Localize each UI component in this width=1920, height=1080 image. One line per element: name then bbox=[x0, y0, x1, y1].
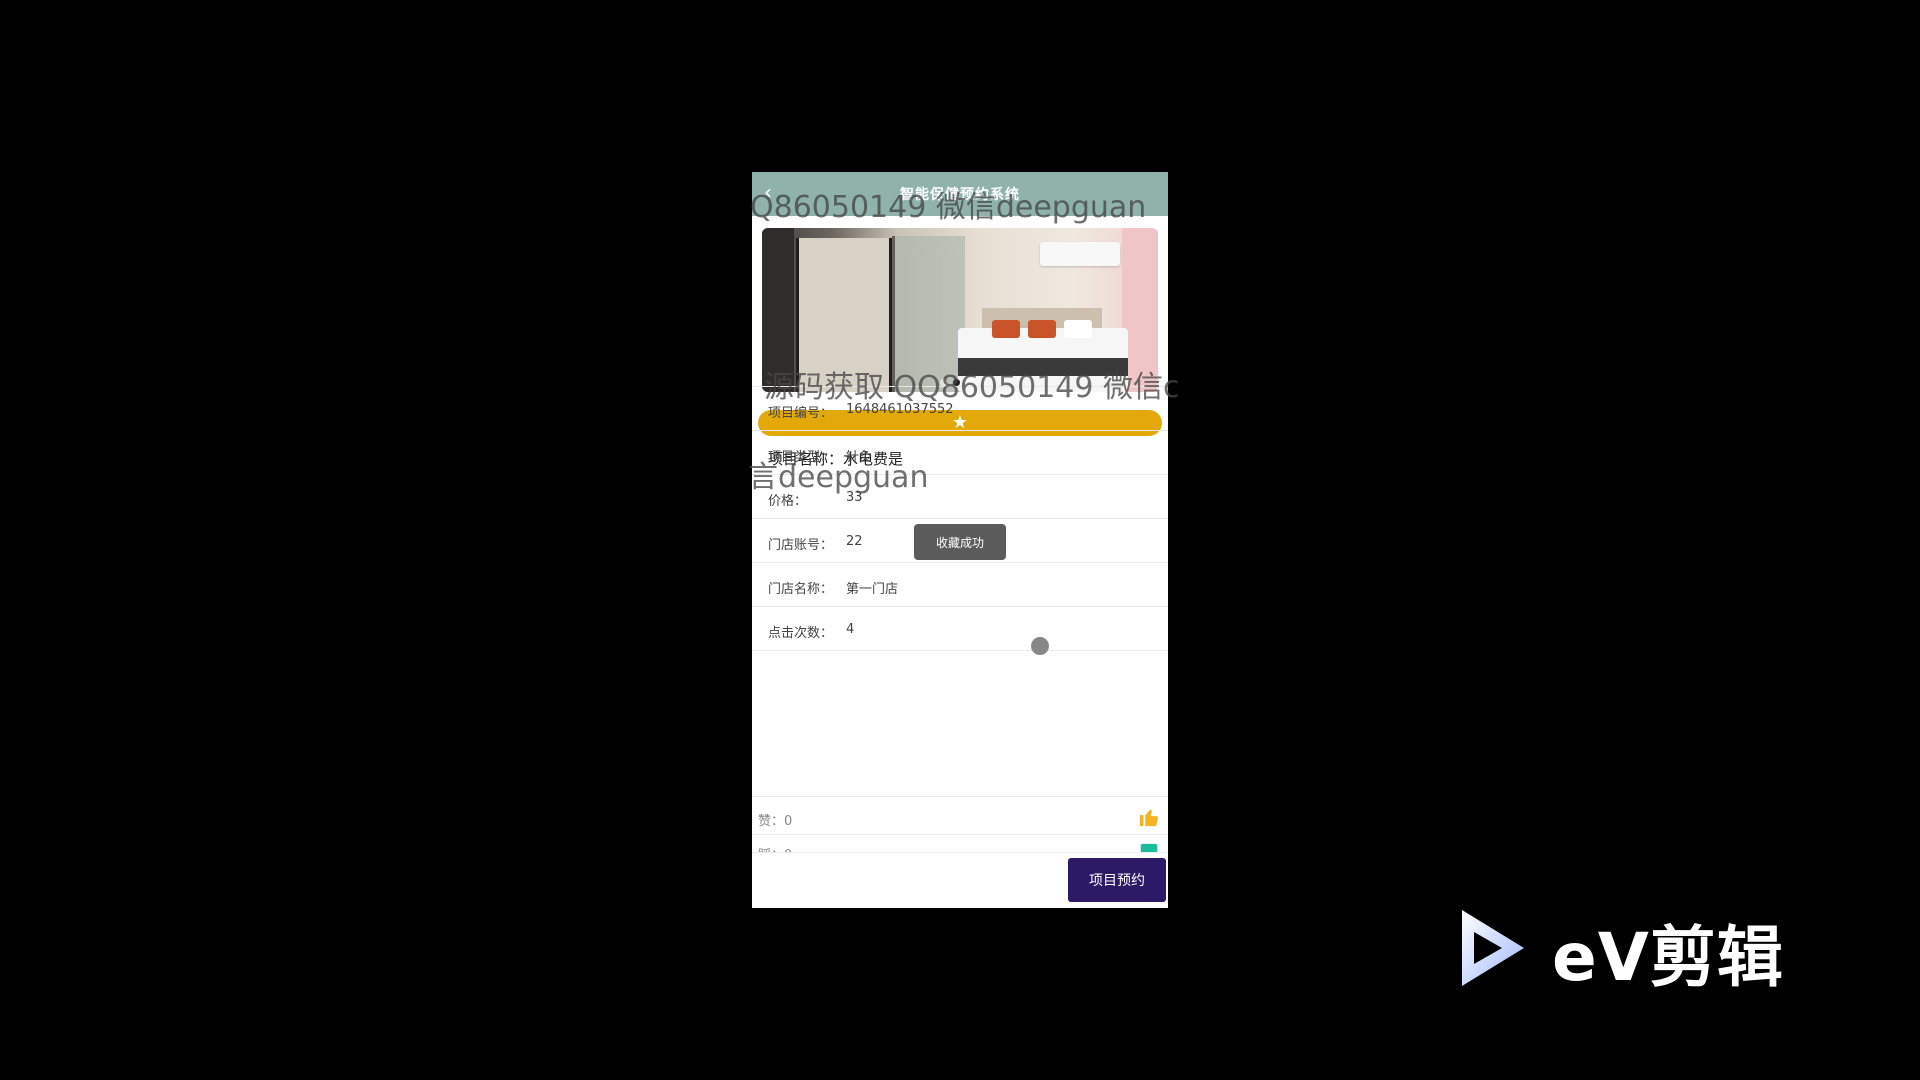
divider bbox=[752, 834, 1168, 835]
watermark-text: 言deepguan bbox=[748, 460, 929, 495]
ev-play-logo-icon bbox=[1462, 910, 1524, 986]
bottom-action-bar: 项目预约 bbox=[752, 852, 1168, 908]
watermark-text: 源码获取 QQ86050149 微信c bbox=[764, 370, 1180, 405]
ev-brand-text: eV剪辑 bbox=[1552, 919, 1784, 996]
thumbs-up-icon[interactable] bbox=[1138, 806, 1160, 828]
phone-lower: 赞：0 踩：0 项目预约 收藏成功 bbox=[752, 172, 1168, 908]
watermark-text: Q86050149 微信deepguan bbox=[750, 190, 1147, 225]
touch-indicator bbox=[1031, 637, 1049, 655]
like-count: 赞：0 bbox=[758, 814, 793, 829]
book-project-button[interactable]: 项目预约 bbox=[1068, 858, 1166, 902]
divider bbox=[752, 796, 1168, 797]
toast-message: 收藏成功 bbox=[914, 524, 1006, 560]
